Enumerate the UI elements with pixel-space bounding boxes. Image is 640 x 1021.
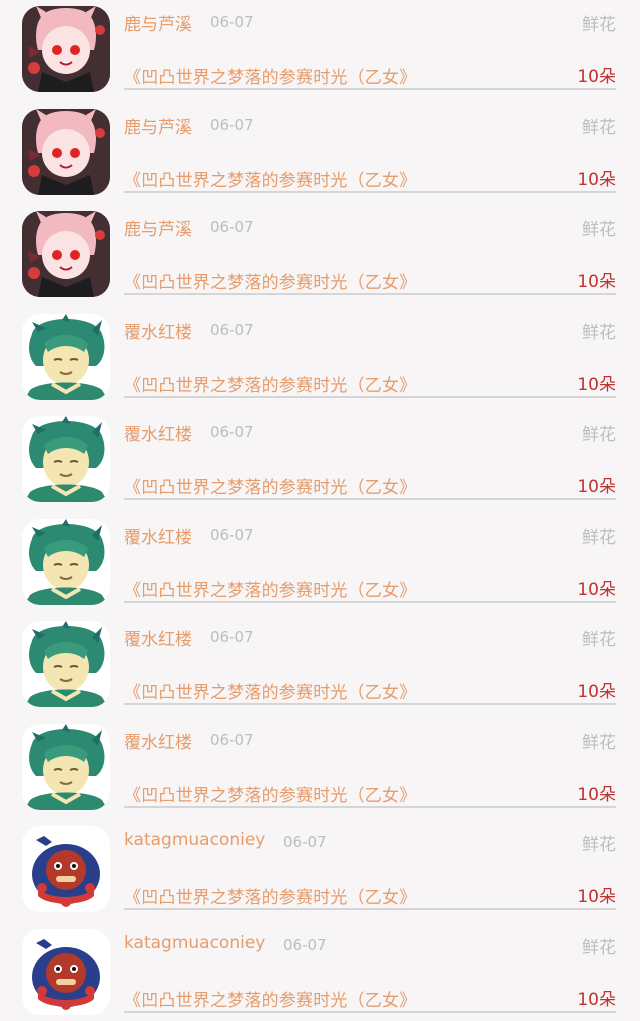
row-divider xyxy=(124,703,616,705)
gift-record-row[interactable]: 鹿与芦溪 06-07 鲜花《凹凸世界之梦落的参赛时光（乙女》 10朵 xyxy=(0,205,640,308)
gift-count: 10朵 xyxy=(577,579,616,600)
user-name[interactable]: 覆水红楼 xyxy=(124,318,192,343)
user-name[interactable]: katagmuaconiey xyxy=(124,830,265,850)
gift-count: 10朵 xyxy=(577,169,616,190)
user-name[interactable]: 覆水红楼 xyxy=(124,523,192,548)
gift-record-row[interactable]: 鹿与芦溪 06-07 鲜花《凹凸世界之梦落的参赛时光（乙女》 10朵 xyxy=(0,0,640,103)
book-title-link[interactable]: 《凹凸世界之梦落的参赛时光（乙女》 xyxy=(124,576,416,601)
anime-girl-avatar[interactable] xyxy=(22,6,110,92)
gift-record-row[interactable]: 覆水红楼 06-07 鲜花《凹凸世界之梦落的参赛时光（乙女》 10朵 xyxy=(0,513,640,616)
book-title-link[interactable]: 《凹凸世界之梦落的参赛时光（乙女》 xyxy=(124,371,416,396)
book-title-link[interactable]: 《凹凸世界之梦落的参赛时光（乙女》 xyxy=(124,166,416,191)
green-hair-boy-avatar[interactable] xyxy=(22,314,110,400)
gift-record-row[interactable]: 覆水红楼 06-07 鲜花《凹凸世界之梦落的参赛时光（乙女》 10朵 xyxy=(0,718,640,821)
row-divider xyxy=(124,498,616,500)
row-divider xyxy=(124,190,616,193)
gift-date: 06-07 xyxy=(210,423,254,441)
user-name[interactable]: 鹿与芦溪 xyxy=(124,215,192,240)
green-hair-boy-avatar[interactable] xyxy=(22,519,110,605)
row-divider xyxy=(124,600,616,603)
anime-girl-avatar[interactable] xyxy=(22,109,110,195)
gift-record-row[interactable]: 鹿与芦溪 06-07 鲜花《凹凸世界之梦落的参赛时光（乙女》 10朵 xyxy=(0,103,640,206)
book-title-link[interactable]: 《凹凸世界之梦落的参赛时光（乙女》 xyxy=(124,268,416,293)
gift-type-label: 鲜花 xyxy=(582,630,616,650)
gift-date: 06-07 xyxy=(283,935,327,954)
row-divider xyxy=(124,1010,616,1013)
gift-date: 06-07 xyxy=(210,115,254,134)
gift-count: 10朵 xyxy=(577,682,616,702)
gift-count: 10朵 xyxy=(577,784,616,805)
green-hair-boy-avatar[interactable] xyxy=(22,724,110,810)
green-hair-boy-avatar[interactable] xyxy=(22,621,110,707)
book-title-link[interactable]: 《凹凸世界之梦落的参赛时光（乙女》 xyxy=(124,678,416,703)
gift-date: 06-07 xyxy=(210,628,254,646)
row-divider xyxy=(124,908,616,910)
book-title-link[interactable]: 《凹凸世界之梦落的参赛时光（乙女》 xyxy=(124,883,416,908)
gift-count: 10朵 xyxy=(577,477,616,497)
cartoon-mascot-avatar[interactable] xyxy=(22,826,110,912)
gift-count: 10朵 xyxy=(577,887,616,907)
gift-record-list: 鹿与芦溪 06-07 鲜花 《凹凸世界之梦落的参赛时光（乙女》 10朵 鹿与芦溪 06-07… xyxy=(0,0,640,1021)
row-divider xyxy=(124,88,616,90)
gift-type-label: 鲜花 xyxy=(582,732,616,753)
book-title-link[interactable]: 《凹凸世界之梦落的参赛时光（乙女》 xyxy=(124,473,416,498)
gift-count: 10朵 xyxy=(577,989,616,1010)
book-title-link[interactable]: 《凹凸世界之梦落的参赛时光（乙女》 xyxy=(124,781,416,806)
gift-record-row[interactable]: 覆水红楼 06-07 鲜花《凹凸世界之梦落的参赛时光（乙女》 10朵 xyxy=(0,410,640,513)
user-name[interactable]: 鹿与芦溪 xyxy=(124,113,192,138)
gift-type-label: 鲜花 xyxy=(582,322,616,343)
gift-type-label: 鲜花 xyxy=(582,937,616,958)
book-title-link[interactable]: 《凹凸世界之梦落的参赛时光（乙女》 xyxy=(124,986,416,1011)
gift-type-label: 鲜花 xyxy=(582,117,616,138)
gift-record-row[interactable]: katagmuaconiey 06-07 鲜花《凹凸世界之梦落的参赛时光（乙女》 10… xyxy=(0,820,640,923)
row-divider xyxy=(124,293,616,295)
gift-count: 10朵 xyxy=(577,67,616,87)
book-title-link[interactable]: 《凹凸世界之梦落的参赛时光（乙女》 xyxy=(124,63,416,88)
user-name[interactable]: 覆水红楼 xyxy=(124,625,192,650)
gift-record-row[interactable]: katagmuaconiey 06-07 鲜花《凹凸世界之梦落的参赛时光（乙女》 10… xyxy=(0,923,640,1021)
green-hair-boy-avatar[interactable] xyxy=(22,416,110,502)
gift-count: 10朵 xyxy=(577,374,616,395)
gift-date: 06-07 xyxy=(210,13,254,31)
gift-date: 06-07 xyxy=(210,218,254,236)
gift-type-label: 鲜花 xyxy=(582,15,616,35)
cartoon-mascot-avatar[interactable] xyxy=(22,929,110,1015)
gift-record-row[interactable]: 覆水红楼 06-07 鲜花《凹凸世界之梦落的参赛时光（乙女》 10朵 xyxy=(0,308,640,411)
user-name[interactable]: katagmuaconiey xyxy=(124,933,265,953)
row-divider xyxy=(124,805,616,808)
row-divider xyxy=(124,395,616,398)
gift-type-label: 鲜花 xyxy=(582,425,616,445)
user-name[interactable]: 覆水红楼 xyxy=(124,728,192,753)
gift-date: 06-07 xyxy=(210,320,254,339)
gift-type-label: 鲜花 xyxy=(582,835,616,855)
gift-type-label: 鲜花 xyxy=(582,220,616,240)
gift-date: 06-07 xyxy=(283,833,327,851)
user-name[interactable]: 覆水红楼 xyxy=(124,420,192,445)
gift-date: 06-07 xyxy=(210,730,254,749)
gift-type-label: 鲜花 xyxy=(582,527,616,548)
user-name[interactable]: 鹿与芦溪 xyxy=(124,10,192,35)
anime-girl-avatar[interactable] xyxy=(22,211,110,297)
gift-count: 10朵 xyxy=(577,272,616,292)
gift-date: 06-07 xyxy=(210,525,254,544)
gift-record-row[interactable]: 覆水红楼 06-07 鲜花《凹凸世界之梦落的参赛时光（乙女》 10朵 xyxy=(0,615,640,718)
